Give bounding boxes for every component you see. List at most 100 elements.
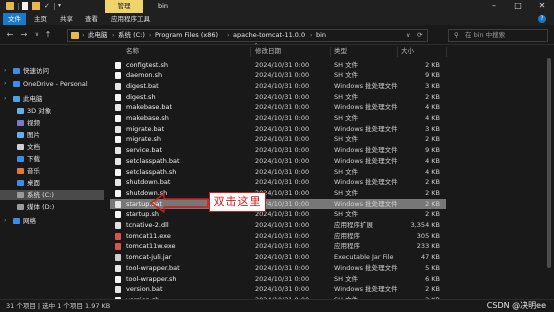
breadcrumb-program-files[interactable]: Program Files (x86) (155, 30, 218, 41)
sidebar-item[interactable]: 图片 (0, 130, 104, 140)
sidebar-item[interactable]: › 快速访问 (0, 66, 104, 76)
column-header-name[interactable]: 名称 (126, 46, 139, 57)
sidebar-item-label: 下载 (27, 155, 40, 163)
file-date: 2024/10/31 0:00 (255, 178, 310, 187)
up-arrow-icon[interactable]: ↑ (42, 29, 54, 41)
address-dropdown-icon[interactable]: ∨ (406, 30, 410, 41)
scrollbar-thumb[interactable] (547, 58, 551, 268)
file-row[interactable]: setclasspath.bat 2024/10/31 0:00 Windows 批… (110, 156, 446, 167)
sidebar-item[interactable]: 媒体 (D:) (0, 202, 104, 212)
column-divider[interactable] (397, 47, 398, 57)
column-header-type[interactable]: 类型 (334, 46, 347, 57)
star-icon (13, 68, 20, 74)
sidebar-item-label: 网络 (23, 217, 36, 225)
file-row[interactable]: tcnative-2.dll 2024/10/31 0:00 应用程序扩展 3,354… (110, 220, 446, 231)
search-input[interactable]: ⚲ 在 bin 中搜索 (448, 29, 548, 42)
file-row[interactable]: shutdown.bat 2024/10/31 0:00 Windows 批处理文件… (110, 177, 446, 188)
status-text: 31 个项目 | 选中 1 个项目 1.97 KB (6, 302, 111, 310)
file-name: tomcat11.exe (126, 231, 171, 240)
file-size: 3 KB (425, 81, 440, 90)
column-header-date[interactable]: 修改日期 (255, 46, 281, 57)
file-row[interactable]: digest.bat 2024/10/31 0:00 Windows 批处理文件 3 … (110, 81, 446, 92)
tab-view[interactable]: 查看 (80, 13, 103, 25)
sidebar-item-label: 桌面 (27, 179, 40, 187)
refresh-icon[interactable]: ⟳ (417, 30, 422, 41)
forward-arrow-icon[interactable]: → (18, 29, 30, 41)
file-name: setclasspath.bat (126, 156, 180, 165)
column-divider[interactable] (330, 47, 331, 57)
file-date: 2024/10/31 0:00 (255, 114, 310, 122)
file-row[interactable]: tool-wrapper.bat 2024/10/31 0:00 Windows 批… (110, 263, 446, 274)
file-row[interactable]: tomcat11.exe 2024/10/31 0:00 应用程序 305 KB (110, 231, 446, 242)
file-row[interactable]: migrate.sh 2024/10/31 0:00 SH 文件 2 KB (110, 134, 446, 145)
manage-tab[interactable]: 管理 (105, 0, 143, 13)
sidebar-item[interactable]: 下载 (0, 154, 104, 164)
file-row[interactable]: makebase.bat 2024/10/31 0:00 Windows 批处理文件… (110, 102, 446, 113)
expand-chevron-icon[interactable]: › (4, 216, 6, 226)
checkmark-icon[interactable]: ✓ (44, 2, 52, 10)
chevron-down-icon[interactable]: ▾ (58, 2, 66, 10)
breadcrumb-separator: › (82, 32, 85, 39)
expand-chevron-icon[interactable]: › (4, 79, 6, 89)
file-date: 2024/10/31 0:00 (255, 81, 310, 90)
back-arrow-icon[interactable]: ← (4, 29, 16, 41)
sidebar-item[interactable]: › 网络 (0, 216, 104, 226)
breadcrumb-bin[interactable]: bin (316, 30, 326, 41)
column-divider[interactable] (250, 47, 251, 57)
sidebar-item[interactable]: 音乐 (0, 166, 104, 176)
file-name: migrate.sh (126, 135, 162, 144)
tab-share[interactable]: 共享 (55, 13, 78, 25)
file-type: SH 文件 (334, 92, 359, 101)
breadcrumb[interactable]: › 此电脑 › 系统 (C:) › Program Files (x86) › … (67, 29, 428, 42)
sidebar-item[interactable]: 文档 (0, 142, 104, 152)
sidebar-item-label: 3D 对象 (27, 107, 52, 115)
breadcrumb-this-pc[interactable]: 此电脑 (88, 30, 108, 41)
tab-file[interactable]: 文件 (3, 13, 26, 25)
file-type: SH 文件 (334, 210, 359, 219)
tab-app-tools[interactable]: 应用程序工具 (106, 13, 155, 25)
file-row[interactable]: setclasspath.sh 2024/10/31 0:00 SH 文件 4 KB (110, 167, 446, 178)
batch-file-icon (115, 125, 121, 133)
expand-chevron-icon[interactable]: › (4, 94, 6, 104)
tab-home[interactable]: 主页 (29, 13, 52, 25)
sidebar-item[interactable]: 视频 (0, 118, 104, 128)
file-name: makebase.sh (126, 114, 169, 122)
file-row[interactable]: configtest.sh 2024/10/31 0:00 SH 文件 2 KB (110, 60, 446, 71)
maximize-button[interactable]: □ (506, 0, 530, 13)
column-divider[interactable] (446, 47, 447, 57)
file-row[interactable]: version.bat 2024/10/31 0:00 Windows 批处理文件 2… (110, 284, 446, 295)
file-row[interactable]: daemon.sh 2024/10/31 0:00 SH 文件 9 KB (110, 70, 446, 81)
breadcrumb-drive-c[interactable]: 系统 (C:) (118, 30, 145, 41)
file-size: 6 KB (425, 274, 440, 283)
text-file-icon (115, 168, 121, 176)
column-header-size[interactable]: 大小 (401, 46, 414, 57)
file-row[interactable]: makebase.sh 2024/10/31 0:00 SH 文件 4 KB (110, 113, 446, 124)
file-row[interactable]: tool-wrapper.sh 2024/10/31 0:00 SH 文件 6 KB (110, 274, 446, 285)
file-row[interactable]: tomcat11w.exe 2024/10/31 0:00 应用程序 233 KB (110, 241, 446, 252)
breadcrumb-tomcat[interactable]: apache-tomcat-11.0.0 (233, 30, 305, 41)
sidebar-item[interactable]: 桌面 (0, 178, 104, 188)
sidebar-item[interactable]: › OneDrive - Personal (0, 79, 104, 89)
sidebar-item[interactable]: 3D 对象 (0, 106, 104, 116)
sidebar-item[interactable]: 系统 (C:) (0, 190, 104, 200)
sidebar-item[interactable]: › 此电脑 (0, 94, 104, 104)
breadcrumb-separator: › (310, 32, 313, 39)
file-row[interactable]: service.bat 2024/10/31 0:00 Windows 批处理文件 9… (110, 145, 446, 156)
minimize-button[interactable]: – (482, 0, 506, 13)
file-row[interactable]: migrate.bat 2024/10/31 0:00 Windows 批处理文件 3… (110, 124, 446, 135)
search-placeholder: 在 bin 中搜索 (465, 31, 506, 39)
expand-chevron-icon[interactable]: › (4, 66, 6, 76)
file-row[interactable]: tomcat-juli.jar 2024/10/31 0:00 Executable… (110, 252, 446, 263)
file-name: setclasspath.sh (126, 167, 177, 176)
file-date: 2024/10/31 0:00 (255, 274, 310, 283)
close-button[interactable]: ✕ (530, 0, 554, 13)
new-folder-icon[interactable] (32, 2, 40, 10)
vertical-scrollbar[interactable] (544, 46, 554, 299)
properties-icon[interactable] (22, 2, 28, 10)
help-icon[interactable]: ? (538, 15, 546, 23)
file-row[interactable]: digest.sh 2024/10/31 0:00 SH 文件 2 KB (110, 92, 446, 103)
sidebar-item-label: 快速访问 (23, 67, 49, 75)
file-name: tomcat11w.exe (126, 242, 176, 251)
cube-icon (17, 108, 24, 114)
file-name: migrate.bat (126, 124, 165, 133)
